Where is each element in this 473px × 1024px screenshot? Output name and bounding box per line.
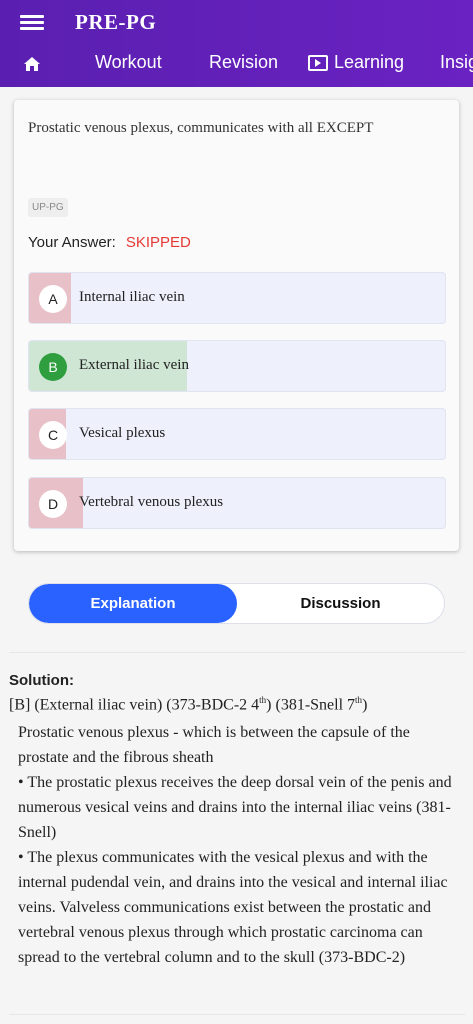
solution-bullet: • The plexus communicates with the vesic… <box>18 849 448 966</box>
option-c[interactable]: C Vesical plexus <box>28 408 446 460</box>
tab-bar: Workout Revision Learning Insig <box>0 42 473 86</box>
solution-body: Prostatic venous plexus - which is betwe… <box>18 720 458 970</box>
option-a-letter: A <box>39 285 67 313</box>
your-answer-label: Your Answer: <box>28 234 116 251</box>
your-answer-row: Your Answer: SKIPPED <box>28 234 191 251</box>
question-card: Prostatic venous plexus, communicates wi… <box>14 100 459 551</box>
solution-title: Solution: <box>9 672 74 689</box>
solution-reference: [B] (External iliac vein) (373-BDC-2 4th… <box>9 695 368 714</box>
question-text: Prostatic venous plexus, communicates wi… <box>28 120 374 136</box>
exam-tag: UP-PG <box>28 198 68 217</box>
answer-status: SKIPPED <box>125 234 191 251</box>
divider <box>9 1014 465 1015</box>
tab-revision[interactable]: Revision <box>209 52 278 73</box>
solution-paragraph: Prostatic venous plexus - which is betwe… <box>18 724 410 766</box>
app-title: PRE-PG <box>75 10 157 34</box>
tab-insights[interactable]: Insig <box>440 52 473 73</box>
divider <box>9 652 465 653</box>
explanation-button[interactable]: Explanation <box>29 584 237 623</box>
tab-workout[interactable]: Workout <box>95 52 162 73</box>
option-d[interactable]: D Vertebral venous plexus <box>28 477 446 529</box>
solution-bullet: • The prostatic plexus receives the deep… <box>18 774 452 841</box>
tab-learning[interactable]: Learning <box>308 52 404 73</box>
option-c-letter: C <box>39 421 67 449</box>
option-b[interactable]: B External iliac vein <box>28 340 446 392</box>
home-icon[interactable] <box>23 56 41 72</box>
option-d-letter: D <box>39 490 67 518</box>
option-a[interactable]: A Internal iliac vein <box>28 272 446 324</box>
play-screen-icon <box>308 54 328 71</box>
option-b-letter: B <box>39 353 67 381</box>
option-b-text: External iliac vein <box>79 357 189 373</box>
option-c-text: Vesical plexus <box>79 425 166 441</box>
explanation-discussion-toggle: Explanation Discussion <box>28 583 445 624</box>
option-a-text: Internal iliac vein <box>79 289 185 305</box>
option-d-text: Vertebral venous plexus <box>79 494 224 510</box>
discussion-button[interactable]: Discussion <box>237 584 444 623</box>
app-header: PRE-PG Workout Revision Learning Insig <box>0 0 473 87</box>
menu-icon[interactable] <box>20 12 44 34</box>
